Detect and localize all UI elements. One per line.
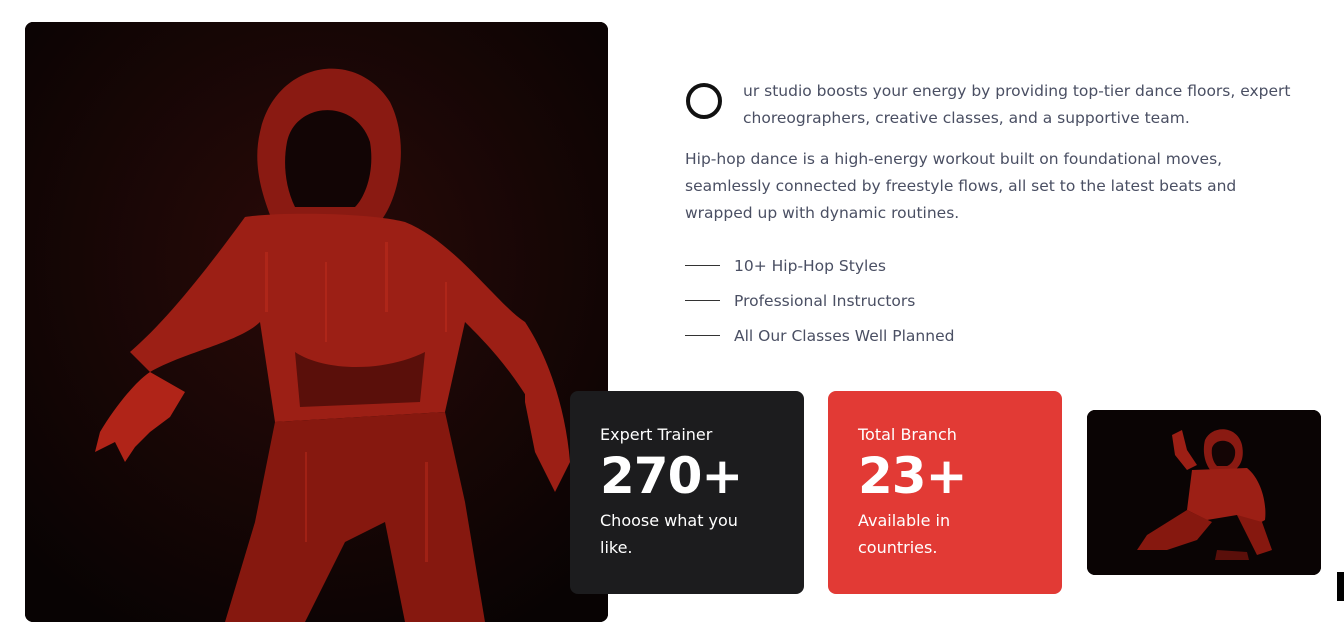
card-value: 23+ [858, 447, 967, 505]
edge-marker [1337, 572, 1344, 601]
description-paragraph: Hip-hop dance is a high-energy workout b… [685, 150, 1237, 222]
card-description: Choose what you like. [600, 511, 738, 557]
expert-trainer-card: Expert Trainer 270+ Choose what you like… [570, 391, 804, 594]
dash-icon [685, 265, 720, 266]
list-item: All Our Classes Well Planned [685, 318, 954, 353]
hero-image [25, 22, 608, 622]
feature-label: All Our Classes Well Planned [734, 326, 955, 345]
thumbnail-image [1087, 410, 1321, 575]
list-item: 10+ Hip-Hop Styles [685, 248, 954, 283]
feature-list: 10+ Hip-Hop Styles Professional Instruct… [685, 248, 954, 353]
drop-cap-o [686, 83, 722, 119]
feature-label: 10+ Hip-Hop Styles [734, 256, 886, 275]
card-label: Expert Trainer [600, 425, 713, 444]
list-item: Professional Instructors [685, 283, 954, 318]
intro-block: ur studio boosts your energy by providin… [686, 78, 1326, 132]
dash-icon [685, 335, 720, 336]
dash-icon [685, 300, 720, 301]
card-label: Total Branch [858, 425, 957, 444]
card-description: Available in countries. [858, 511, 951, 557]
intro-text: ur studio boosts your energy by providin… [743, 82, 1291, 127]
card-value: 270+ [600, 447, 743, 505]
feature-label: Professional Instructors [734, 291, 916, 310]
total-branch-card: Total Branch 23+ Available in countries. [828, 391, 1062, 594]
hooded-dancer-illustration [25, 22, 608, 622]
kneeling-dancer-illustration [1087, 410, 1321, 575]
